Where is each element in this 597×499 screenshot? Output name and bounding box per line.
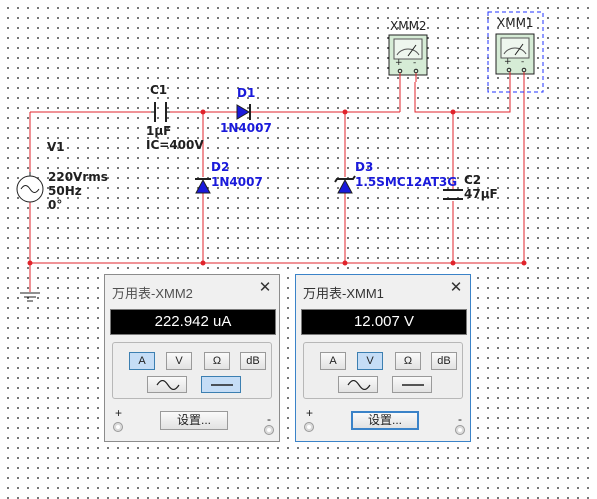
v1-phase-label: 0° (48, 198, 62, 212)
d2-part-label: 1N4007 (211, 175, 263, 189)
dc-mode-button[interactable] (201, 376, 241, 393)
close-icon[interactable]: ✕ (448, 278, 464, 298)
diode-d2[interactable] (195, 178, 211, 194)
plus-terminal[interactable] (304, 422, 314, 432)
decibel-mode-button[interactable]: dB (431, 352, 457, 370)
plus-terminal-label: + (115, 406, 123, 420)
ammeter-mode-button[interactable]: A (320, 352, 346, 370)
v1-voltage-label: 220Vrms (48, 170, 108, 184)
window-title: 万用表-XMM1 (303, 286, 384, 301)
ac-mode-button[interactable] (147, 376, 187, 393)
meter-control-panel: A V Ω dB (303, 342, 463, 399)
xmm2-plus-label: + (395, 58, 403, 68)
zener-diode-d3[interactable] (334, 175, 356, 194)
meter-reading-display: 12.007 V (301, 309, 467, 335)
close-icon[interactable]: ✕ (257, 278, 273, 298)
minus-terminal[interactable] (455, 425, 465, 435)
decibel-mode-button[interactable]: dB (240, 352, 266, 370)
sine-wave-icon (347, 380, 371, 390)
meter-control-panel: A V Ω dB (112, 342, 272, 399)
sine-wave-icon (156, 380, 180, 390)
diode-d1[interactable] (236, 104, 251, 120)
c2-ref-label: C2 (464, 173, 481, 187)
dc-mode-button[interactable] (392, 376, 432, 393)
d2-ref-label: D2 (211, 160, 229, 174)
window-title: 万用表-XMM2 (112, 286, 193, 301)
ac-mode-button[interactable] (338, 376, 378, 393)
voltmeter-mode-button[interactable]: V (166, 352, 192, 370)
settings-button[interactable]: 设置... (160, 411, 228, 430)
ac-source-v1[interactable] (16, 172, 44, 203)
dc-line-icon (402, 384, 424, 386)
meter-reading-display: 222.942 uA (110, 309, 276, 335)
xmm2-minus-label: - (413, 58, 416, 68)
c1-ref-label: C1 (150, 83, 167, 97)
xmm2-ref-label: XMM2 (390, 19, 427, 33)
xmm1-ref-label: XMM1 (497, 16, 534, 30)
d3-ref-label: D3 (355, 160, 373, 174)
minus-terminal-label: - (267, 412, 271, 426)
multimeter-window-xmm1[interactable]: 万用表-XMM1 ✕ 12.007 V A V Ω dB 设置... + - (295, 274, 471, 442)
d1-ref-label: D1 (237, 86, 255, 100)
minus-terminal[interactable] (264, 425, 274, 435)
multimeter-window-xmm2[interactable]: 万用表-XMM2 ✕ 222.942 uA A V Ω dB 设置... + - (104, 274, 280, 442)
c2-value-label: 47µF (464, 187, 498, 201)
v1-freq-label: 50Hz (48, 184, 82, 198)
c1-ic-label: IC=400V (146, 138, 204, 152)
minus-terminal-label: - (458, 412, 462, 426)
capacitor-c2[interactable] (443, 189, 463, 200)
capacitor-c1[interactable] (151, 102, 170, 122)
multimeter-xmm1-symbol[interactable] (495, 33, 535, 82)
ohmmeter-mode-button[interactable]: Ω (395, 352, 421, 370)
ohmmeter-mode-button[interactable]: Ω (204, 352, 230, 370)
voltmeter-mode-button[interactable]: V (357, 352, 383, 370)
dc-line-icon (211, 384, 233, 386)
xmm1-plus-label: + (504, 57, 512, 67)
c1-value-label: 1µF (146, 124, 171, 138)
plus-terminal[interactable] (113, 422, 123, 432)
ground-symbol (20, 292, 40, 302)
plus-terminal-label: + (306, 406, 314, 420)
settings-button[interactable]: 设置... (351, 411, 419, 430)
ammeter-mode-button[interactable]: A (129, 352, 155, 370)
d3-part-label: 1.5SMC12AT3G (355, 175, 457, 189)
d1-part-label: 1N4007 (220, 121, 272, 135)
xmm1-minus-label: - (521, 57, 524, 67)
v1-ref-label: V1 (47, 140, 65, 154)
